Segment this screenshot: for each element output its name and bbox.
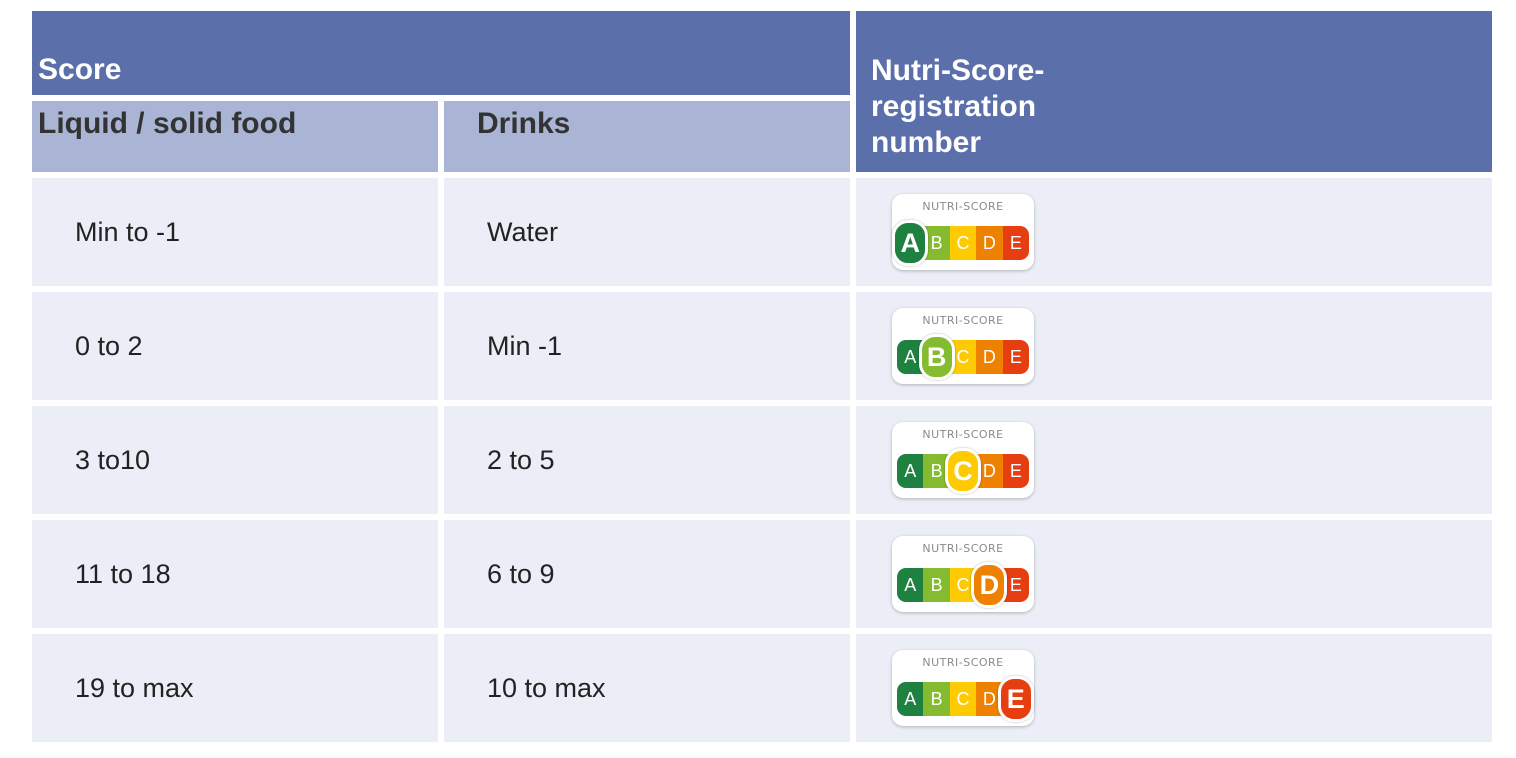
table-row-nutri-score-cell: NUTRI-SCORE A B C E D: [856, 520, 1492, 628]
food-score-range: 19 to max: [75, 672, 194, 703]
table-row-food-cell: 11 to 18: [32, 520, 438, 628]
nutri-score-badge: NUTRI-SCORE A C D E B: [892, 308, 1034, 384]
nutri-score-bar: ACDE: [897, 340, 1030, 374]
nutri-score-badge-title: NUTRI-SCORE: [922, 542, 1004, 555]
food-score-range: Min to -1: [75, 216, 181, 247]
table-row-nutri-score-cell: NUTRI-SCORE A B C D E: [856, 634, 1492, 742]
food-score-range: 11 to 18: [75, 558, 171, 589]
table-row-drinks-cell: 2 to 5: [444, 406, 850, 514]
nutri-score-segment-b: B: [923, 568, 950, 602]
drinks-header-label: Drinks: [477, 107, 571, 140]
table-row-drinks-cell: Water: [444, 178, 850, 286]
nutri-score-segment-a: A: [897, 568, 924, 602]
nutri-score-bar: ABCE: [897, 568, 1030, 602]
table-row-nutri-score-cell: NUTRI-SCORE B C D E A: [856, 178, 1492, 286]
nutri-score-segment-e: E: [1002, 454, 1030, 488]
drinks-score-range: 10 to max: [487, 672, 606, 703]
nutri-score-highlighted-grade: B: [918, 334, 955, 380]
nutri-score-badge: NUTRI-SCORE A B D E C: [892, 422, 1034, 498]
nutri-score-segment-a: A: [897, 682, 924, 716]
nutri-score-segment-e: E: [1002, 340, 1030, 374]
table-row-nutri-score-cell: NUTRI-SCORE A B D E C: [856, 406, 1492, 514]
table-row-food-cell: 0 to 2: [32, 292, 438, 400]
nutri-score-badge: NUTRI-SCORE A B C E D: [892, 536, 1034, 612]
table-row-food-cell: 3 to10: [32, 406, 438, 514]
food-score-range: 3 to10: [75, 444, 151, 475]
table-row-drinks-cell: 6 to 9: [444, 520, 850, 628]
nutri-score-badge-title: NUTRI-SCORE: [922, 428, 1004, 441]
table-row-nutri-score-cell: NUTRI-SCORE A C D E B: [856, 292, 1492, 400]
nutri-score-highlighted-grade: C: [945, 448, 981, 494]
score-header: Score: [32, 11, 850, 95]
nutri-score-segment-c: C: [949, 682, 977, 716]
liquid-solid-food-header: Liquid / solid food: [32, 101, 438, 172]
nutri-score-segment-b: B: [923, 682, 950, 716]
nutri-score-highlighted-grade: A: [892, 220, 929, 266]
drinks-header: Drinks: [444, 101, 850, 172]
nutri-score-segment-d: D: [976, 226, 1003, 260]
table-row-drinks-cell: 10 to max: [444, 634, 850, 742]
table-row-food-cell: Min to -1: [32, 178, 438, 286]
table-row-drinks-cell: Min -1: [444, 292, 850, 400]
nutri-score-badge-title: NUTRI-SCORE: [922, 200, 1004, 213]
nutri-score-badge: NUTRI-SCORE B C D E A: [892, 194, 1034, 270]
score-header-label: Score: [38, 53, 122, 86]
drinks-score-range: Min -1: [487, 330, 563, 361]
nutri-score-segment-a: A: [897, 454, 924, 488]
food-score-range: 0 to 2: [75, 330, 143, 361]
nutri-score-badge-title: NUTRI-SCORE: [922, 656, 1004, 669]
drinks-score-range: 6 to 9: [487, 558, 555, 589]
liquid-solid-food-header-label: Liquid / solid food: [38, 107, 297, 140]
nutri-score-segment-c: C: [949, 226, 977, 260]
nutri-score-highlighted-grade: D: [971, 562, 1008, 608]
table-row-food-cell: 19 to max: [32, 634, 438, 742]
nutri-score-segment-e: E: [1002, 226, 1030, 260]
nutri-score-header: Nutri-Score-registration number: [856, 11, 1492, 172]
nutri-score-highlighted-grade: E: [997, 676, 1034, 722]
drinks-score-range: 2 to 5: [487, 444, 555, 475]
nutri-score-badge-title: NUTRI-SCORE: [922, 314, 1004, 327]
nutri-score-header-label: Nutri-Score-registration number: [871, 54, 1045, 159]
drinks-score-range: Water: [487, 216, 559, 247]
nutri-score-badge: NUTRI-SCORE A B C D E: [892, 650, 1034, 726]
nutri-score-segment-d: D: [976, 340, 1003, 374]
